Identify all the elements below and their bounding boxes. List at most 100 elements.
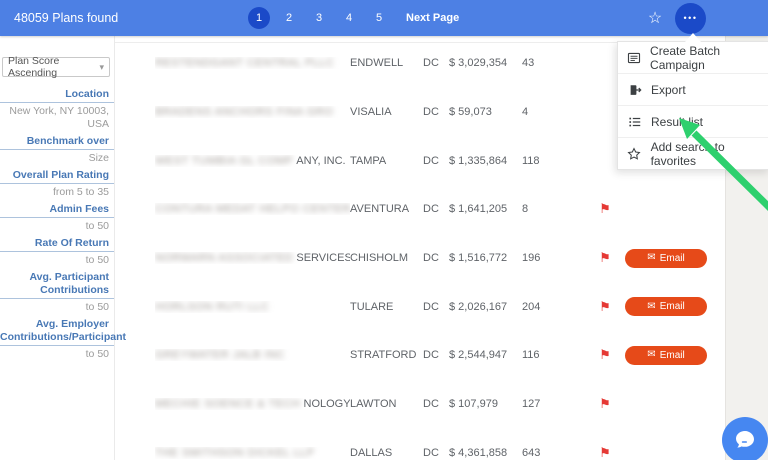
- city-cell: TAMPA: [350, 155, 423, 167]
- flag-icon: ⚑: [592, 250, 618, 266]
- filter-group: Avg. Employer Contributions/Participant …: [0, 318, 114, 365]
- filter-link-location[interactable]: Location: [0, 88, 114, 103]
- company-name-suffix: ANY, INC.: [296, 155, 345, 167]
- next-page-link[interactable]: Next Page: [406, 12, 459, 24]
- company-name-cell: GREYWATER JALB INC: [155, 349, 350, 361]
- page-button-3[interactable]: 3: [304, 12, 334, 24]
- participants-cell: 118: [522, 155, 562, 167]
- flag-icon: ⚑: [592, 299, 618, 315]
- page-button-1[interactable]: 1: [248, 7, 270, 29]
- filter-link-rate-of-return[interactable]: Rate Of Return: [0, 237, 114, 252]
- email-button[interactable]: ✉ Email: [625, 297, 707, 316]
- table-row[interactable]: CONTURA MEDAT HELPO CENTER,LLC AVENTURA …: [115, 185, 725, 234]
- filter-value: New York, NY 10003, USA: [0, 103, 114, 135]
- blurred-company-name: HORLSON RUTI LLC: [155, 301, 269, 313]
- page-button-4[interactable]: 4: [334, 12, 364, 24]
- blurred-company-name: RESTENDGANT CENTRAL PLLC: [155, 57, 334, 69]
- menu-item-label: Add search to favorites: [651, 140, 768, 168]
- blurred-company-name: NORMARN ASSOCIATED: [155, 252, 293, 264]
- plan-type-cell: DC: [423, 57, 449, 69]
- email-button[interactable]: ✉ Email: [625, 249, 707, 268]
- city-cell: CHISHOLM: [350, 252, 423, 264]
- sort-select[interactable]: Plan Score Ascending ▾: [2, 57, 110, 77]
- table-row[interactable]: MECHIE SOENCE & TECHNOLOGY, LLC LAWTON D…: [115, 380, 725, 429]
- company-name-suffix: SERVICES, INC: [296, 252, 350, 264]
- city-cell: AVENTURA: [350, 203, 423, 215]
- plan-type-cell: DC: [423, 252, 449, 264]
- assets-cell: $ 1,335,864: [449, 155, 522, 167]
- email-cell: ✉ Email: [625, 249, 707, 268]
- email-cell: ✉ Email: [625, 346, 707, 365]
- assets-cell: $ 59,073: [449, 106, 522, 118]
- app-root: 48059 Plans found 12345Next Page ☆ ••• P…: [0, 0, 768, 460]
- menu-item-create-batch-campaign[interactable]: Create Batch Campaign: [618, 42, 768, 73]
- email-cell: ✉ Email: [625, 297, 707, 316]
- menu-item-add-search-to-favorites[interactable]: Add search to favorites: [618, 137, 768, 169]
- sort-select-value: Plan Score Ascending: [8, 55, 99, 79]
- plan-type-cell: DC: [423, 398, 449, 410]
- list-icon: [627, 114, 642, 129]
- participants-cell: 643: [522, 447, 562, 459]
- ellipsis-icon: •••: [684, 14, 698, 23]
- menu-item-result-list[interactable]: Result list: [618, 105, 768, 137]
- assets-cell: $ 1,641,205: [449, 203, 522, 215]
- envelope-icon: ✉: [647, 350, 655, 360]
- filter-value: to 50: [0, 252, 114, 271]
- email-button-label: Email: [660, 253, 685, 264]
- filter-sidebar: Plan Score Ascending ▾ Location New York…: [0, 36, 115, 460]
- participants-cell: 196: [522, 252, 562, 264]
- participants-cell: 204: [522, 301, 562, 313]
- company-name-cell: BRADENS ANCHORS FINA GRO: [155, 106, 350, 118]
- favorite-star-icon[interactable]: ☆: [642, 0, 668, 36]
- filter-link-benchmark-over[interactable]: Benchmark over: [0, 135, 114, 150]
- company-name-suffix: NOLOGY, LLC: [304, 398, 351, 410]
- flag-icon: ⚑: [592, 201, 618, 217]
- menu-item-label: Create Batch Campaign: [650, 44, 768, 72]
- filter-link-overall-plan-rating[interactable]: Overall Plan Rating: [0, 169, 114, 184]
- assets-cell: $ 2,544,947: [449, 349, 522, 361]
- batch-icon: [627, 50, 641, 65]
- company-name-cell: NORMARN ASSOCIATEDSERVICES, INC: [155, 252, 350, 264]
- blurred-company-name: WEST TUMBIA GL COMP: [155, 155, 293, 167]
- table-row[interactable]: NORMARN ASSOCIATEDSERVICES, INC CHISHOLM…: [115, 234, 725, 283]
- plan-type-cell: DC: [423, 155, 449, 167]
- blurred-company-name: MECHIE SOENCE & TECH: [155, 398, 301, 410]
- blurred-company-name: CONTURA MEDAT HELPO CENTER,: [155, 203, 350, 215]
- filter-link-avg-participant-contributions[interactable]: Avg. Participant Contributions: [0, 271, 114, 299]
- filter-link-avg-employer-contributions-participant[interactable]: Avg. Employer Contributions/Participant: [0, 318, 114, 346]
- chat-bubble-icon: [731, 426, 759, 454]
- more-actions-button[interactable]: •••: [675, 3, 706, 34]
- filter-group: Benchmark over Size: [0, 135, 114, 169]
- chevron-down-icon: ▾: [99, 62, 104, 73]
- chat-button[interactable]: [722, 417, 768, 460]
- email-button[interactable]: ✉ Email: [625, 346, 707, 365]
- table-row[interactable]: HORLSON RUTI LLC TULARE DC $ 2,026,167 2…: [115, 282, 725, 331]
- blurred-company-name: GREYWATER JALB INC: [155, 349, 285, 361]
- filter-value: from 5 to 35: [0, 184, 114, 203]
- participants-cell: 4: [522, 106, 562, 118]
- flag-icon: ⚑: [592, 347, 618, 363]
- table-row[interactable]: GREYWATER JALB INC STRATFORD DC $ 2,544,…: [115, 331, 725, 380]
- page-button-2[interactable]: 2: [274, 12, 304, 24]
- results-count: 48059 Plans found: [14, 0, 118, 36]
- filter-link-admin-fees[interactable]: Admin Fees: [0, 203, 114, 218]
- menu-caret-icon: [685, 33, 701, 42]
- plan-type-cell: DC: [423, 203, 449, 215]
- star-icon: [627, 146, 642, 161]
- company-name-cell: THE SMITHSON DICKEL LLP: [155, 447, 350, 459]
- menu-item-export[interactable]: Export: [618, 73, 768, 105]
- menu-item-label: Result list: [651, 115, 703, 129]
- plan-type-cell: DC: [423, 106, 449, 118]
- filter-group: Location New York, NY 10003, USA: [0, 88, 114, 135]
- pagination: 12345 Next Page: [244, 0, 459, 36]
- envelope-icon: ✉: [647, 253, 655, 263]
- filter-value: to 50: [0, 299, 114, 318]
- city-cell: DALLAS: [350, 447, 423, 459]
- participants-cell: 8: [522, 203, 562, 215]
- company-name-cell: CONTURA MEDAT HELPO CENTER,LLC: [155, 203, 350, 215]
- assets-cell: $ 2,026,167: [449, 301, 522, 313]
- email-button-label: Email: [660, 301, 685, 312]
- table-row[interactable]: THE SMITHSON DICKEL LLP DALLAS DC $ 4,36…: [115, 429, 725, 460]
- filter-group: Avg. Participant Contributions to 50: [0, 271, 114, 318]
- page-button-5[interactable]: 5: [364, 12, 394, 24]
